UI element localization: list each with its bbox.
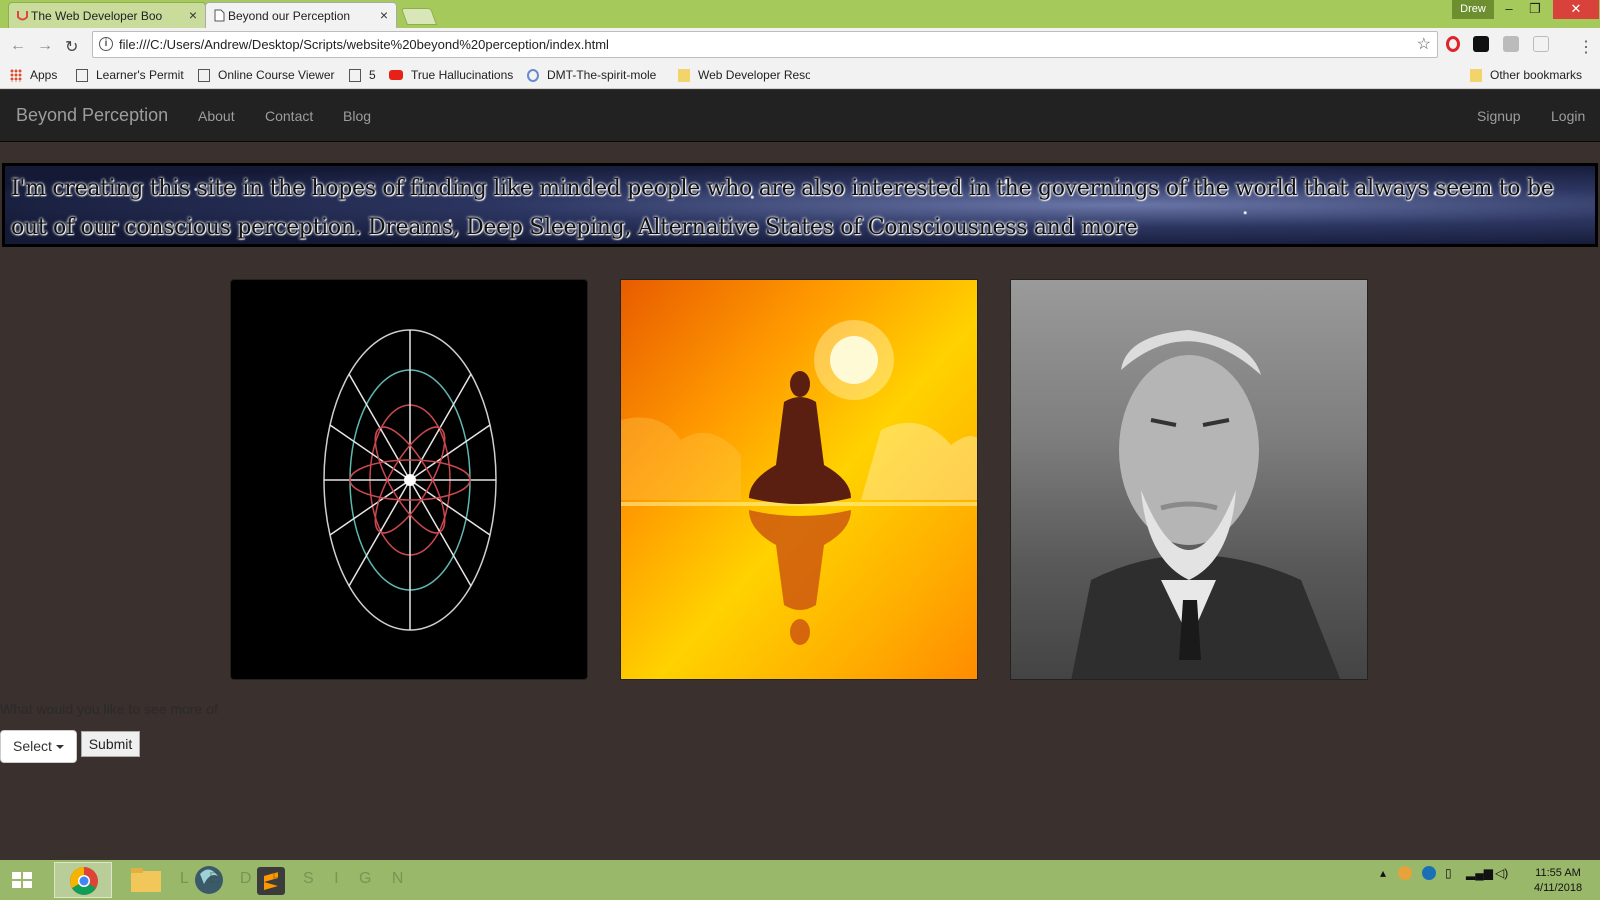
taskbar-file-explorer[interactable] xyxy=(117,862,175,898)
nav-contact[interactable]: Contact xyxy=(265,108,313,124)
network-signal-icon[interactable]: ▂▄▆ xyxy=(1466,866,1493,880)
portrait-graphic xyxy=(1071,330,1341,679)
bookmark-learners-permit[interactable]: Learner's Permit xyxy=(76,68,184,82)
minimize-icon[interactable]: – xyxy=(1497,0,1521,19)
other-bookmarks[interactable]: Other bookmarks xyxy=(1470,68,1582,82)
battery-icon[interactable]: ▯ xyxy=(1445,866,1452,880)
menu-icon[interactable]: ⋮ xyxy=(1578,37,1594,57)
close-window-icon[interactable]: ✕ xyxy=(1553,0,1599,19)
windows-start-icon[interactable] xyxy=(12,872,34,890)
show-hidden-icons[interactable]: ▴ xyxy=(1380,866,1386,880)
folder-icon xyxy=(678,68,690,82)
address-bar[interactable]: i file:///C:/Users/Andrew/Desktop/Script… xyxy=(92,31,1438,58)
page-icon xyxy=(76,68,88,82)
taskbar-watermark: L E D E S I G N xyxy=(180,870,412,887)
select-dropdown[interactable]: Select xyxy=(0,730,77,763)
meditation-graphic xyxy=(621,320,977,645)
close-tab-icon[interactable]: × xyxy=(189,7,197,23)
intro-banner: I'm creating this site in the hopes of f… xyxy=(2,163,1598,247)
bookmark-label: Other bookmarks xyxy=(1490,68,1583,82)
youtube-icon xyxy=(389,70,403,80)
caret-down-icon xyxy=(55,745,64,750)
bookmark-label: Apps xyxy=(30,68,58,82)
bookmark-label: DMT-The-spirit-mole xyxy=(547,68,657,82)
taskbar-chrome[interactable] xyxy=(54,862,112,898)
chrome-icon xyxy=(70,867,98,895)
tab-title: The Web Developer Boo xyxy=(31,8,163,23)
extension-icon[interactable] xyxy=(1533,36,1549,52)
nav-login[interactable]: Login xyxy=(1551,108,1585,124)
bookmark-label: Learner's Permit xyxy=(96,68,184,82)
reload-icon[interactable]: ↻ xyxy=(65,37,78,57)
select-label: Select xyxy=(13,738,52,754)
browser-toolbar: ← → ↻ i file:///C:/Users/Andrew/Desktop/… xyxy=(0,28,1600,62)
tab-title: Beyond our Perception xyxy=(228,8,351,23)
tray-sync-icon[interactable] xyxy=(1422,866,1436,880)
page-icon xyxy=(214,9,225,22)
tab-web-developer-bootcamp[interactable]: The Web Developer Boo × xyxy=(8,2,206,28)
folder-icon xyxy=(131,868,161,892)
mandala-graphic xyxy=(323,329,497,631)
opera-icon[interactable] xyxy=(1446,36,1460,52)
intro-text: I'm creating this site in the hopes of f… xyxy=(11,176,1554,240)
restore-icon[interactable]: ❐ xyxy=(1523,0,1547,19)
taskbar-clock[interactable]: 11:55 AM 4/11/2018 xyxy=(1518,866,1598,896)
bookmark-label: Web Developer Reso xyxy=(698,68,810,82)
page-icon xyxy=(349,68,361,82)
mandala-image xyxy=(230,279,588,680)
tab-strip: The Web Developer Boo × Beyond our Perce… xyxy=(0,0,1600,28)
udemy-icon xyxy=(17,11,28,21)
close-tab-icon[interactable]: × xyxy=(380,7,388,23)
nav-about[interactable]: About xyxy=(198,108,235,124)
bookmark-label: Online Course Viewer xyxy=(218,68,335,82)
clock-time: 11:55 AM xyxy=(1535,867,1581,879)
profile-button[interactable]: Drew xyxy=(1452,0,1494,19)
bookmark-dmt-spirit-molecule[interactable]: DMT-The-spirit-mole xyxy=(527,68,659,82)
url-text: file:///C:/Users/Andrew/Desktop/Scripts/… xyxy=(119,37,609,52)
bookmark-label: 5 xyxy=(369,68,376,82)
tab-beyond-our-perception[interactable]: Beyond our Perception × xyxy=(205,2,397,28)
clock-date: 4/11/2018 xyxy=(1533,882,1583,894)
sigmund-freud-portrait xyxy=(1010,279,1368,680)
extension-icon[interactable] xyxy=(1503,36,1519,52)
meditation-image xyxy=(620,279,978,680)
forward-icon[interactable]: → xyxy=(37,37,53,55)
bookmark-5[interactable]: 5 xyxy=(349,68,376,82)
back-icon[interactable]: ← xyxy=(10,37,26,55)
bookmark-star-icon[interactable]: ☆ xyxy=(1417,32,1431,57)
bookmark-apps[interactable]: Apps xyxy=(10,68,57,82)
site-info-icon[interactable]: i xyxy=(99,37,113,51)
extension-icon[interactable] xyxy=(1473,36,1489,52)
site-icon xyxy=(527,68,539,82)
bookmark-true-hallucinations[interactable]: True Hallucinations xyxy=(389,68,513,82)
tray-app-icon[interactable] xyxy=(1398,866,1412,880)
nav-signup[interactable]: Signup xyxy=(1477,108,1521,124)
site-navbar: Beyond Perception About Contact Blog Sig… xyxy=(0,90,1600,142)
apps-grid-icon xyxy=(10,68,22,82)
bookmark-online-course-viewer[interactable]: Online Course Viewer xyxy=(198,68,335,82)
survey-question: What would you like to see more of xyxy=(0,701,218,717)
bookmark-label: True Hallucinations xyxy=(411,68,514,82)
nav-blog[interactable]: Blog xyxy=(343,108,371,124)
folder-icon xyxy=(1470,68,1482,82)
page-icon xyxy=(198,68,210,82)
new-tab-button[interactable] xyxy=(400,8,438,25)
bookmarks-bar: Apps Learner's Permit Online Course View… xyxy=(0,62,1600,89)
brand-link[interactable]: Beyond Perception xyxy=(16,105,168,126)
volume-icon[interactable]: ◁) xyxy=(1495,866,1508,880)
bookmark-web-developer-resources[interactable]: Web Developer Reso xyxy=(678,68,810,82)
submit-button[interactable]: Submit xyxy=(81,731,140,757)
